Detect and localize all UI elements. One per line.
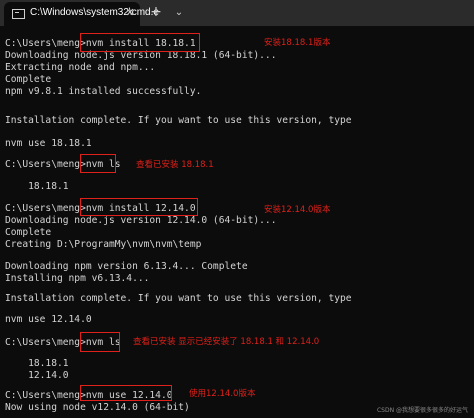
output-line: nvm use 12.14.0: [5, 314, 92, 325]
output-line: Creating D:\ProgramMy\nvm\nvm\temp: [5, 239, 202, 250]
highlight-box: [80, 33, 200, 52]
output-line: Now using node v12.14.0 (64-bit): [5, 402, 190, 413]
output-line: nvm use 18.18.1: [5, 138, 92, 149]
output-line: Installation complete. If you want to us…: [5, 293, 352, 304]
output-line: Extracting node and npm...: [5, 62, 156, 73]
cmd-icon: [12, 9, 25, 19]
version-line: 18.18.1: [5, 358, 69, 369]
title-bar: C:\Windows\system32\cmd.e ✕ + ⌄: [0, 0, 474, 26]
highlight-box: [80, 198, 198, 216]
annotation-label: 安装12.14.0版本: [264, 205, 331, 215]
new-tab-button[interactable]: +: [148, 4, 164, 20]
console-output[interactable]: C:\Users\meng>nvm install 18.18.1 Downlo…: [0, 26, 474, 418]
chevron-down-icon[interactable]: ⌄: [172, 5, 186, 21]
version-line: 18.18.1: [5, 181, 69, 192]
version-line: 12.14.0: [5, 370, 69, 381]
output-line: Downloading node.js version 12.14.0 (64-…: [5, 215, 277, 226]
output-line: npm v9.8.1 installed successfully.: [5, 86, 202, 97]
highlight-box: [80, 332, 120, 352]
tab-close-icon[interactable]: ✕: [122, 5, 138, 21]
output-line: Installing npm v6.13.4...: [5, 273, 150, 284]
output-line: Complete: [5, 227, 52, 238]
tab-title: C:\Windows\system32\cmd.e: [30, 7, 159, 18]
output-line: Complete: [5, 74, 52, 85]
annotation-label: 使用12.14.0版本: [189, 389, 256, 399]
annotation-label: 查看已安装 18.18.1: [136, 160, 214, 170]
annotation-label: 安装18.18.1版本: [264, 38, 331, 48]
highlight-box: [80, 385, 172, 401]
output-line: Installation complete. If you want to us…: [5, 115, 352, 126]
highlight-box: [80, 154, 116, 173]
watermark: CSDN @我想要很多很多的好运气: [376, 407, 468, 414]
output-line: Downloading npm version 6.13.4... Comple…: [5, 261, 248, 272]
annotation-label: 查看已安装 显示已经安装了 18.18.1 和 12.14.0: [133, 337, 320, 347]
terminal-tab[interactable]: C:\Windows\system32\cmd.e ✕: [4, 2, 159, 26]
